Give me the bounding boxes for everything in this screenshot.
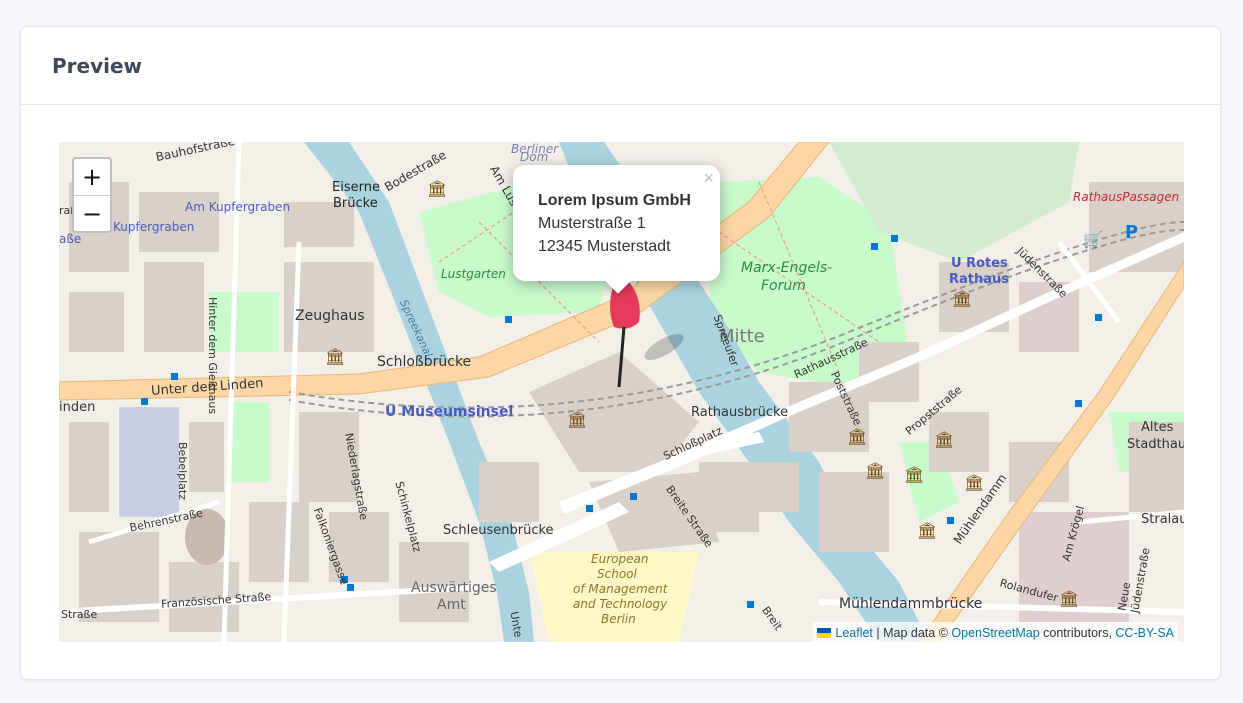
- zoom-in-button[interactable]: +: [74, 159, 110, 196]
- license-link[interactable]: CC-BY-SA: [1115, 626, 1174, 640]
- map-label: Rathausbrücke: [691, 405, 789, 420]
- map-container[interactable]: 🏛 🏛 🏛 🏛 🏛 🏛 🏛 🏛 🏛 🏛 🏛 Bauhofstraße Bodes…: [59, 142, 1184, 642]
- popup-city: 12345 Musterstadt: [538, 238, 671, 255]
- attribution-contributors: contributors,: [1043, 626, 1112, 640]
- svg-text:🏛: 🏛: [865, 461, 885, 480]
- map-label: Berlin: [601, 612, 636, 626]
- card-header: Preview: [21, 27, 1220, 105]
- card-title: Preview: [52, 53, 143, 78]
- map-label: of Management: [573, 582, 668, 596]
- attribution-text: | Map data ©: [876, 626, 948, 640]
- map-label: Rathaus: [949, 272, 1010, 287]
- map-label: Kupfergraben: [113, 220, 195, 234]
- map-label: U Museumsinsel: [385, 404, 514, 420]
- popup-company-name: Lorem Ipsum GmbH: [538, 192, 691, 209]
- svg-text:🏛: 🏛: [904, 465, 924, 484]
- popup-street: Musterstraße 1: [538, 215, 646, 232]
- map-label: Schleusenbrücke: [443, 523, 554, 538]
- map-label: U Rotes: [951, 256, 1008, 271]
- map-label: Dom: [520, 150, 549, 164]
- map-label: Am Kupfergraben: [185, 200, 291, 214]
- svg-text:🏛: 🏛: [1059, 589, 1079, 608]
- svg-text:🏛: 🏛: [934, 430, 954, 449]
- map-label: Zeughaus: [295, 308, 365, 324]
- map-label: Eiserne: [332, 180, 380, 195]
- map-label: Forum: [761, 278, 806, 294]
- map-label: Altes: [1141, 420, 1174, 435]
- map-label: Amt: [437, 597, 466, 613]
- map-label: European: [591, 552, 649, 566]
- map-label: Stadthau: [1127, 437, 1184, 452]
- map-label: inden: [59, 400, 96, 415]
- svg-text:🏛: 🏛: [567, 410, 587, 429]
- map-label: and Technology: [573, 597, 668, 611]
- map-label: aße: [59, 232, 82, 246]
- svg-text:🏛: 🏛: [325, 347, 345, 366]
- map-label: Mühlendammbrücke: [839, 596, 983, 612]
- map-label: Bebelplatz: [176, 442, 189, 500]
- map-label: Lustgarten: [441, 267, 506, 281]
- map-label: Marx-Engels-: [741, 260, 833, 276]
- map-label: Auswärtiges: [411, 580, 497, 596]
- map-label: Straße: [61, 608, 98, 621]
- shopping-cart-icon: 🛒: [1083, 230, 1103, 249]
- map-label: Schloßbrücke: [377, 354, 472, 370]
- parking-icon: P: [1125, 222, 1139, 243]
- svg-text:🏛: 🏛: [917, 521, 937, 540]
- map-attribution: Leaflet | Map data © OpenStreetMap contr…: [813, 622, 1178, 642]
- openstreetmap-link[interactable]: OpenStreetMap: [951, 626, 1039, 640]
- svg-text:🏛: 🏛: [847, 427, 867, 446]
- svg-text:🏛: 🏛: [952, 289, 972, 308]
- zoom-out-button[interactable]: −: [74, 196, 110, 232]
- map-label: Brücke: [333, 196, 378, 211]
- preview-card: Preview 🏛 🏛 🏛 🏛 🏛 🏛 🏛 🏛 🏛 🏛 🏛 Bauhofstra…: [20, 26, 1221, 680]
- map-label: Hinter dem Gießhaus: [206, 297, 219, 415]
- zoom-control: + −: [72, 157, 112, 233]
- svg-text:🏛: 🏛: [427, 179, 447, 198]
- map-label: RathausPassagen: [1073, 190, 1180, 204]
- marker-popup: × Lorem Ipsum GmbH Musterstraße 1 12345 …: [513, 165, 720, 294]
- map-label: School: [597, 567, 637, 581]
- ukraine-flag-icon: [817, 628, 832, 638]
- svg-text:🏛: 🏛: [964, 473, 984, 492]
- popup-close-button[interactable]: ×: [703, 167, 714, 190]
- leaflet-link[interactable]: Leaflet: [835, 626, 873, 640]
